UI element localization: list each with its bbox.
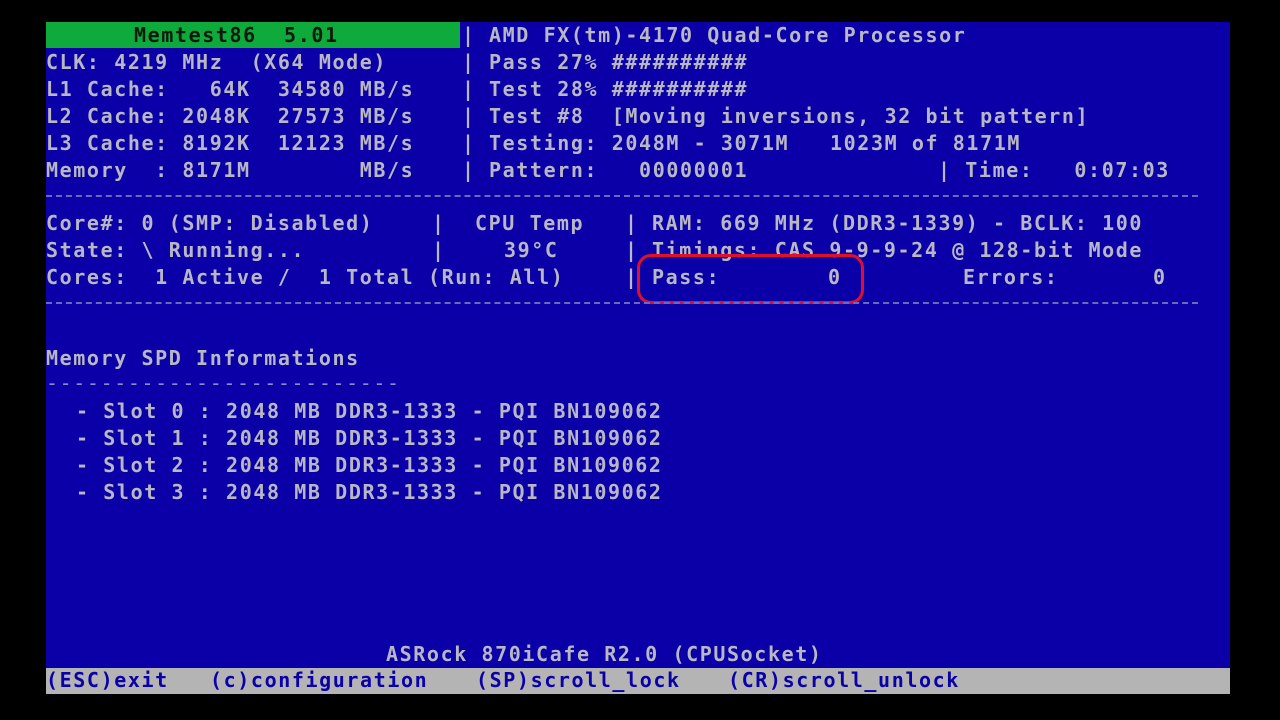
clk-info: CLK: 4219 MHz (X64 Mode) <box>46 50 388 74</box>
ram-info: RAM: 669 MHz (DDR3-1339) - BCLK: 100 <box>652 211 1144 235</box>
ram-divider: | <box>625 238 639 262</box>
spd-underline: -------------------------- <box>46 371 401 395</box>
cpu-divider: | <box>432 211 446 235</box>
errors-label: Errors: <box>963 265 1059 289</box>
test-progress: Test 28% ########## <box>489 77 749 101</box>
pattern-value: Pattern: 00000001 <box>489 158 749 182</box>
status-bar: (ESC)exit (c)configuration (SP)scroll_lo… <box>46 668 1230 694</box>
header-divider: | <box>462 23 476 47</box>
scroll-lock-command[interactable]: (SP)scroll_lock <box>476 667 681 694</box>
cpu-temp-value: 39°C <box>504 238 559 262</box>
header-divider: | <box>462 104 476 128</box>
testing-range: Testing: 2048M - 3071M 1023M of 8171M <box>489 131 1021 155</box>
memory-info: Memory : 8171M MB/s <box>46 158 415 182</box>
processor-name: AMD FX(tm)-4170 Quad-Core Processor <box>489 23 967 47</box>
ram-divider: | <box>625 211 639 235</box>
header-divider: | <box>462 158 476 182</box>
l1-cache-info: L1 Cache: 64K 34580 MB/s <box>46 77 415 101</box>
cpu-temp-label: CPU Temp <box>475 211 585 235</box>
pass-progress: Pass 27% ########## <box>489 50 749 74</box>
configuration-command[interactable]: (c)configuration <box>210 667 428 694</box>
errors-count: 0 <box>1153 265 1167 289</box>
cpu-divider: | <box>432 238 446 262</box>
scroll-unlock-command[interactable]: (CR)scroll_unlock <box>728 667 960 694</box>
separator-line <box>46 195 1198 197</box>
app-title: Memtest86 5.01 <box>134 23 339 47</box>
header-divider: | <box>462 131 476 155</box>
pass-highlight-circle <box>637 254 864 304</box>
spd-slot: - Slot 0 : 2048 MB DDR3-1333 - PQI BN109… <box>76 399 663 423</box>
header-divider: | <box>462 50 476 74</box>
motherboard-name: ASRock 870iCafe R2.0 (CPUSocket) <box>386 642 823 666</box>
core-info: Core#: 0 (SMP: Disabled) <box>46 211 374 235</box>
l3-cache-info: L3 Cache: 8192K 12123 MB/s <box>46 131 415 155</box>
l2-cache-info: L2 Cache: 2048K 27573 MB/s <box>46 104 415 128</box>
spd-heading: Memory SPD Informations <box>46 346 360 370</box>
header-divider: | <box>462 77 476 101</box>
test-name: Test #8 [Moving inversions, 32 bit patte… <box>489 104 1090 128</box>
exit-command[interactable]: (ESC)exit <box>46 667 169 694</box>
spd-slot: - Slot 2 : 2048 MB DDR3-1333 - PQI BN109… <box>76 453 663 477</box>
separator-line <box>46 302 1198 304</box>
cores-info: Cores: 1 Active / 1 Total (Run: All) <box>46 265 565 289</box>
elapsed-time: | Time: 0:07:03 <box>938 158 1170 182</box>
spd-slot: - Slot 3 : 2048 MB DDR3-1333 - PQI BN109… <box>76 480 663 504</box>
state-info: State: \ Running... <box>46 238 306 262</box>
spd-slot: - Slot 1 : 2048 MB DDR3-1333 - PQI BN109… <box>76 426 663 450</box>
